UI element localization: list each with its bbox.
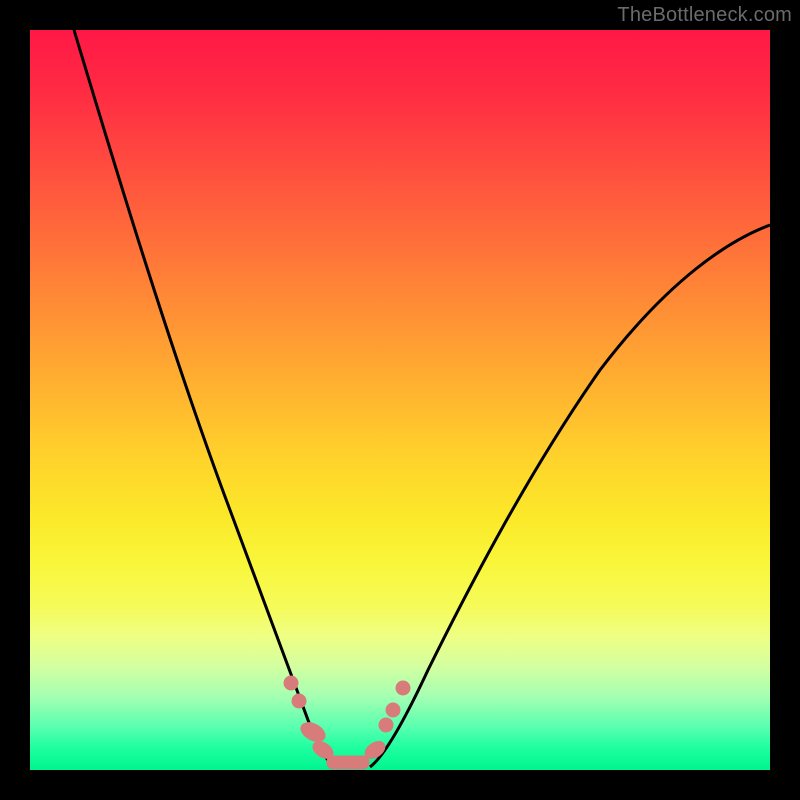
plot-area — [30, 30, 770, 770]
left-curve — [74, 30, 335, 767]
figure-frame: TheBottleneck.com — [0, 0, 800, 800]
right-curve — [370, 225, 770, 767]
watermark-text: TheBottleneck.com — [617, 4, 792, 27]
curves-layer — [30, 30, 770, 770]
valley-markers — [284, 676, 410, 769]
